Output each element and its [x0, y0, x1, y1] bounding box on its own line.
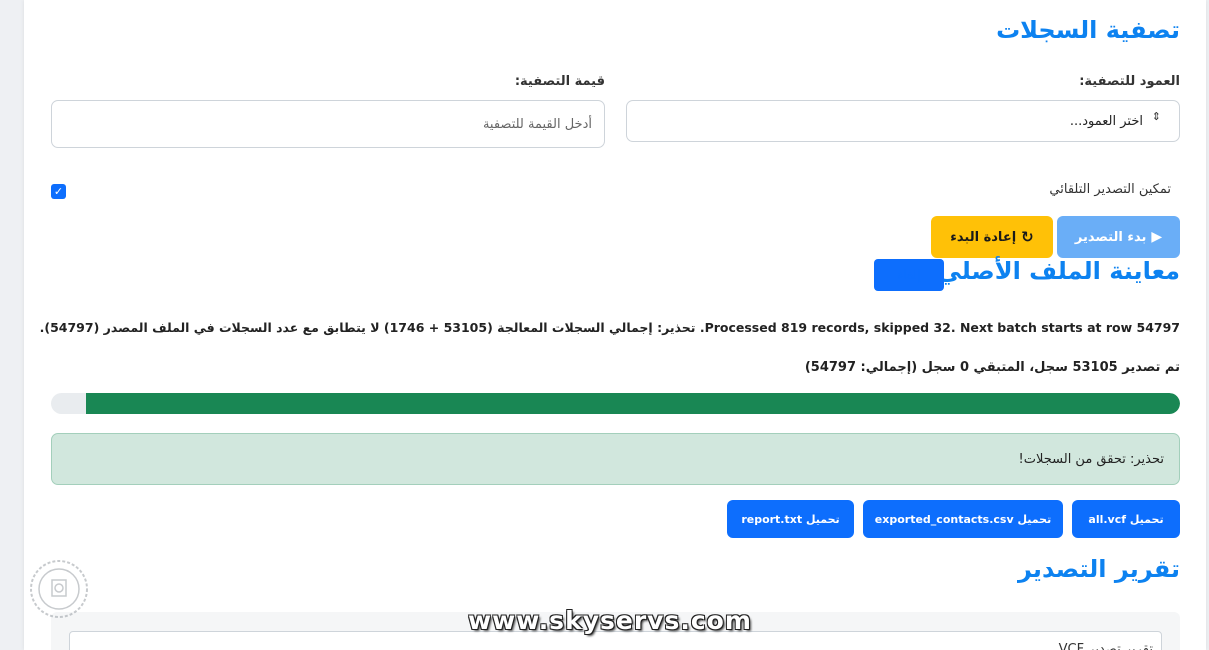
watermark-text: www.skyservs.com — [468, 606, 752, 635]
auto-export-label: تمكين التصدير التلقائي — [1049, 182, 1171, 197]
start-export-button[interactable]: ▶ بدء التصدير — [1057, 216, 1180, 258]
export-progress-fill — [86, 393, 1180, 414]
restart-label: إعادة البدء — [950, 229, 1017, 245]
column-select-value: اختر العمود... — [1069, 113, 1143, 129]
restart-button[interactable]: ↻ إعادة البدء — [931, 216, 1053, 258]
refresh-icon: ↻ — [1021, 228, 1034, 246]
value-label: قيمة التصفية: — [514, 74, 605, 89]
download-csv-button[interactable]: تحميل exported_contacts.csv — [863, 500, 1063, 538]
start-export-label: بدء التصدير — [1074, 229, 1147, 245]
preview-title: معاينة الملف الأصلي — [937, 257, 1180, 285]
download-report-button[interactable]: تحميل report.txt — [727, 500, 854, 538]
main-card: تصفية السجلات العمود للتصفية: ⇕ اختر الع… — [24, 0, 1206, 650]
filter-title: تصفية السجلات — [996, 16, 1180, 44]
cancel-label: إلغاء — [897, 267, 921, 283]
column-select[interactable]: ⇕ اختر العمود... — [626, 100, 1180, 142]
export-summary: تم تصدير 53105 سجل، المتبقي 0 سجل (إجمال… — [804, 360, 1180, 375]
play-icon: ▶ — [1151, 229, 1163, 245]
filter-value-input[interactable]: أدخل القيمة للتصفية — [51, 100, 605, 148]
select-arrows-icon: ⇕ — [1151, 110, 1161, 123]
warning-alert-text: تحذير: تحقق من السجلات! — [1018, 451, 1164, 467]
report-title: تقرير التصدير — [1018, 555, 1180, 583]
filter-value-placeholder: أدخل القيمة للتصفية — [482, 116, 592, 132]
export-progress-bar — [51, 393, 1180, 414]
column-label: العمود للتصفية: — [1079, 74, 1180, 89]
warning-alert: تحذير: تحقق من السجلات! — [51, 433, 1180, 485]
processing-warning: Processed 819 records, skipped 32. Next … — [39, 320, 1180, 335]
seal-logo-icon — [30, 560, 88, 618]
cancel-button[interactable]: إلغاء — [874, 259, 944, 291]
download-vcf-button[interactable]: تحميل all.vcf — [1072, 500, 1180, 538]
auto-export-checkbox[interactable]: ✓ — [51, 184, 66, 199]
